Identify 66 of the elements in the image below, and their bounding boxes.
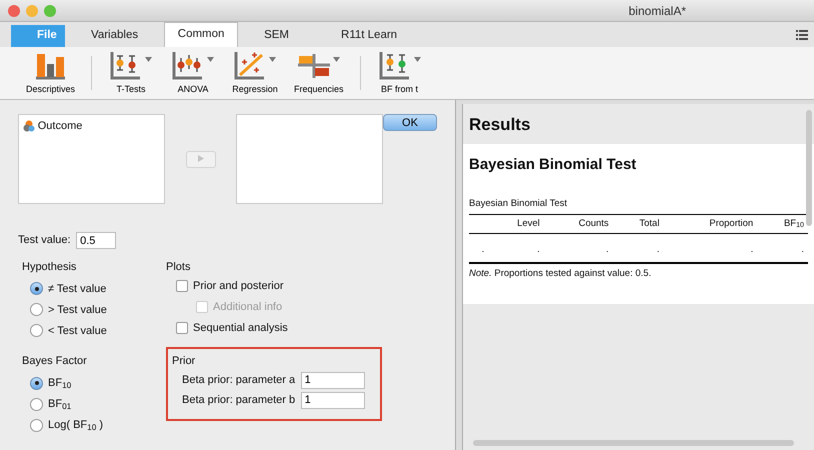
prior-parameter-field[interactable]: 1 xyxy=(300,392,365,408)
radio-button[interactable] xyxy=(30,282,43,296)
table-cell: . xyxy=(488,233,544,263)
option-label[interactable]: ≠ Test value xyxy=(48,280,106,297)
scroll-bar[interactable] xyxy=(806,110,812,226)
radio-button[interactable] xyxy=(30,418,43,432)
table-note: Note. Proportions tested against value: 0.5. xyxy=(469,266,652,281)
option-label[interactable]: BF$_{01}$ xyxy=(48,396,72,412)
results-heading: Results xyxy=(468,114,532,136)
ribbon-tab[interactable]: SEM xyxy=(238,25,316,47)
prior-parameter-field[interactable]: 1 xyxy=(300,372,365,389)
field-label: Beta prior: parameter b xyxy=(182,392,296,408)
option-label[interactable]: > Test value xyxy=(48,302,107,318)
test-value-label: Test value: xyxy=(18,233,71,248)
option-label: Additional info xyxy=(213,300,282,315)
move-variable-button[interactable] xyxy=(186,150,216,168)
table-caption: Bayesian Binomial Test xyxy=(469,196,568,210)
close-button[interactable] xyxy=(8,4,20,16)
minimize-button[interactable] xyxy=(26,4,38,16)
table-cell: . xyxy=(469,233,488,263)
test-value-field[interactable]: 0.5 xyxy=(76,232,116,249)
analysis-title: Bayesian Binomial Test xyxy=(469,155,638,175)
ribbon-tab[interactable]: Variables xyxy=(65,25,164,47)
checkbox[interactable] xyxy=(176,322,188,334)
option-label[interactable]: Prior and posterior xyxy=(193,278,284,294)
window-title: binomialA* xyxy=(628,2,687,20)
variable-name[interactable]: Outcome xyxy=(38,118,82,134)
checkbox[interactable] xyxy=(176,280,188,292)
toolbar-button[interactable]: T-Tests xyxy=(100,50,162,96)
group-title: Plots xyxy=(166,260,192,275)
table-cell: . xyxy=(663,233,758,263)
source-variable-list[interactable]: Outcome xyxy=(18,114,166,204)
column-header: Proportion xyxy=(663,214,758,234)
radio-button[interactable] xyxy=(30,398,43,410)
column-header: Total xyxy=(612,214,664,234)
play-icon xyxy=(198,155,204,162)
zoom-button[interactable] xyxy=(44,4,56,16)
toolbar-button[interactable]: Frequencies xyxy=(286,50,352,96)
ribbon-tab[interactable]: R11t Learn xyxy=(315,25,424,47)
field-label: Beta prior: parameter a xyxy=(182,373,296,388)
option-label[interactable]: BF$_{10}$ xyxy=(48,374,72,392)
column-header xyxy=(469,214,488,234)
radio-button[interactable] xyxy=(30,376,43,390)
ok-button[interactable]: OK xyxy=(383,114,437,131)
radio-button[interactable] xyxy=(30,303,43,316)
group-title: Hypothesis xyxy=(22,260,78,275)
option-label[interactable]: Sequential analysis xyxy=(193,320,288,336)
target-variable-list[interactable] xyxy=(236,114,383,204)
table-cell: . xyxy=(757,233,808,263)
table-cell: . xyxy=(544,233,613,263)
group-title: Prior xyxy=(172,354,196,368)
toolbar-button[interactable]: Regression xyxy=(224,50,286,96)
table-cell: . xyxy=(612,233,664,263)
nominal-variable-icon xyxy=(23,120,35,132)
ribbon-tab[interactable]: Common xyxy=(164,22,238,47)
scroll-bar[interactable] xyxy=(473,440,794,446)
radio-button[interactable] xyxy=(30,324,43,338)
toolbar-button[interactable]: Descriptives xyxy=(18,50,84,96)
menu-icon[interactable] xyxy=(796,30,808,40)
column-header: Counts xyxy=(544,214,613,234)
toolbar-button[interactable]: ANOVA xyxy=(162,50,224,96)
group-title: Bayes Factor xyxy=(22,354,88,370)
toolbar-button[interactable]: BF from t xyxy=(368,50,431,96)
option-label[interactable]: < Test value xyxy=(48,322,107,339)
option-label[interactable]: Log( BF$_{10}$ ) xyxy=(48,416,104,434)
column-header: Level xyxy=(488,214,544,234)
